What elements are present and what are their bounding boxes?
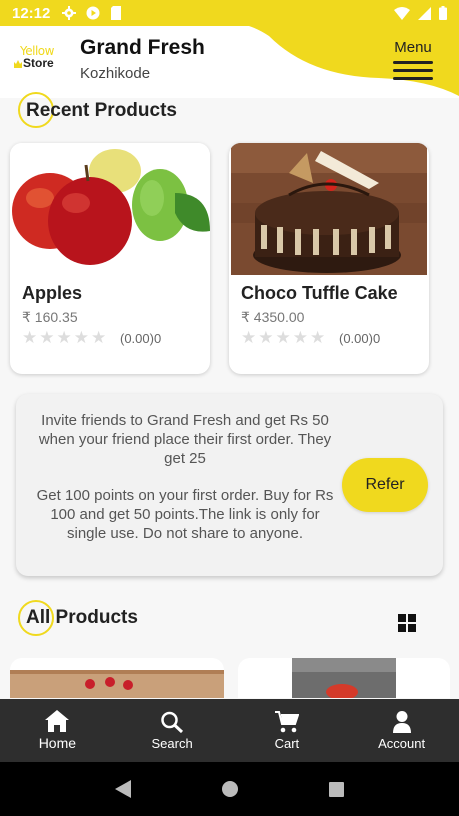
star-icon: ★ xyxy=(56,328,72,347)
nav-search[interactable]: Search xyxy=(115,699,230,762)
battery-icon xyxy=(439,6,447,20)
star-icon: ★ xyxy=(275,328,291,347)
product-card[interactable] xyxy=(238,658,450,698)
star-icon: ★ xyxy=(91,328,107,347)
star-icon: ★ xyxy=(73,328,89,347)
menu-label: Menu xyxy=(394,39,432,56)
star-rating: ★ ★ ★ ★ ★ xyxy=(22,328,106,348)
star-rating: ★ ★ ★ ★ ★ xyxy=(241,328,325,348)
product-image xyxy=(292,658,396,698)
hamburger-icon xyxy=(391,61,435,80)
referral-text-points: Get 100 points on your first order. Buy … xyxy=(36,487,334,542)
star-icon: ★ xyxy=(258,328,274,347)
status-time: 12:12 xyxy=(12,4,51,22)
back-icon[interactable] xyxy=(115,780,132,798)
nav-label: Home xyxy=(38,735,77,751)
account-icon xyxy=(392,710,411,733)
store-logo: Yellow Store xyxy=(14,44,68,72)
nav-account[interactable]: Account xyxy=(344,699,459,762)
nav-cart[interactable]: Cart xyxy=(230,699,345,762)
app-header: Yellow Store Grand Fresh Kozhikode Menu xyxy=(0,26,459,98)
gear-icon xyxy=(62,6,77,20)
nav-label: Cart xyxy=(274,735,300,751)
nav-home[interactable]: Home xyxy=(0,699,115,762)
all-products-title: All Products xyxy=(26,607,138,628)
product-image-apples xyxy=(10,143,210,275)
crown-icon xyxy=(14,60,22,68)
product-card[interactable] xyxy=(10,658,224,698)
star-icon: ★ xyxy=(22,328,38,347)
star-icon: ★ xyxy=(39,328,55,347)
star-icon: ★ xyxy=(292,328,308,347)
nav-label: Search xyxy=(151,735,193,751)
product-price: ₹ 160.35 xyxy=(22,309,78,325)
product-price: ₹ 4350.00 xyxy=(241,309,305,325)
wifi-icon xyxy=(394,6,410,20)
product-name: Apples xyxy=(22,283,83,303)
bottom-navigation: Home Search Cart Account xyxy=(0,699,459,762)
product-name: Choco Tuffle Cake xyxy=(241,283,398,303)
recent-products-title: Recent Products xyxy=(26,100,177,121)
home-icon xyxy=(45,710,70,732)
cart-icon xyxy=(274,710,299,732)
product-card-choco-tuffle-cake[interactable]: Choco Tuffle Cake ₹ 4350.00 ★ ★ ★ ★ ★ (0.00)… xyxy=(229,143,429,374)
logo-text-bottom: Store xyxy=(23,56,54,70)
status-bar: 12:12 xyxy=(0,0,459,26)
play-protect-icon xyxy=(86,6,100,20)
referral-text-invite: Invite friends to Grand Fresh and get Rs… xyxy=(38,412,332,467)
store-city: Kozhikode xyxy=(80,65,151,82)
signal-icon xyxy=(418,6,431,20)
sd-card-icon xyxy=(111,6,122,20)
product-image-cake xyxy=(231,143,427,275)
product-image xyxy=(10,670,224,698)
refer-button[interactable]: Refer xyxy=(342,458,428,512)
system-navigation-bar xyxy=(0,762,459,816)
product-card-apples[interactable]: Apples ₹ 160.35 ★ ★ ★ ★ ★ (0.00)0 xyxy=(10,143,210,374)
recents-icon[interactable] xyxy=(328,781,344,797)
menu-button[interactable]: Menu xyxy=(391,39,435,80)
grid-view-icon[interactable] xyxy=(398,614,416,632)
store-name: Grand Fresh xyxy=(80,36,205,59)
rating-count: (0.00)0 xyxy=(339,331,381,346)
search-icon xyxy=(161,711,184,733)
star-icon: ★ xyxy=(241,328,257,347)
star-icon: ★ xyxy=(310,328,326,347)
home-circle-icon[interactable] xyxy=(221,781,238,797)
referral-card: Invite friends to Grand Fresh and get Rs… xyxy=(16,394,443,576)
rating-count: (0.00)0 xyxy=(120,331,162,346)
nav-label: Account xyxy=(378,735,426,751)
